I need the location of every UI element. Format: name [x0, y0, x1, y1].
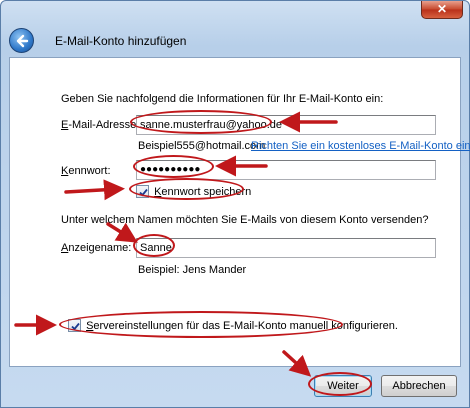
back-arrow-icon [16, 34, 29, 48]
annotation-ellipse [130, 110, 272, 134]
sender-question: Unter welchem Namen möchten Sie E-Mails … [61, 214, 429, 226]
window-title: E-Mail-Konto hinzufügen [55, 34, 187, 48]
free-account-link[interactable]: Richten Sie ein kostenloses E-Mail-Konto… [251, 140, 470, 152]
annotation-ellipse [308, 372, 372, 396]
intro-text: Geben Sie nachfolgend die Informationen … [61, 93, 384, 105]
close-icon: ✕ [436, 2, 448, 16]
annotation-ellipse [133, 155, 214, 178]
back-button[interactable] [9, 28, 34, 53]
annotation-ellipse [59, 311, 343, 338]
annotation-ellipse [129, 178, 244, 200]
display-name-label: Anzeigename: [61, 242, 132, 254]
dialog-window: ✕ E-Mail-Konto hinzufügen Geben Sie nach… [0, 0, 470, 408]
password-label: Kennwort: [61, 165, 111, 177]
display-name-field[interactable]: Sanne [136, 238, 436, 258]
email-label: E-Mail-Adresse: [61, 119, 140, 131]
display-name-example: Beispiel: Jens Mander [138, 264, 247, 276]
cancel-button[interactable]: Abbrechen [381, 375, 457, 397]
annotation-ellipse [133, 234, 175, 257]
title-bar: ✕ E-Mail-Konto hinzufügen [1, 1, 469, 59]
email-example: Beispiel555@hotmail.com [138, 140, 266, 152]
close-button[interactable]: ✕ [421, 1, 463, 19]
